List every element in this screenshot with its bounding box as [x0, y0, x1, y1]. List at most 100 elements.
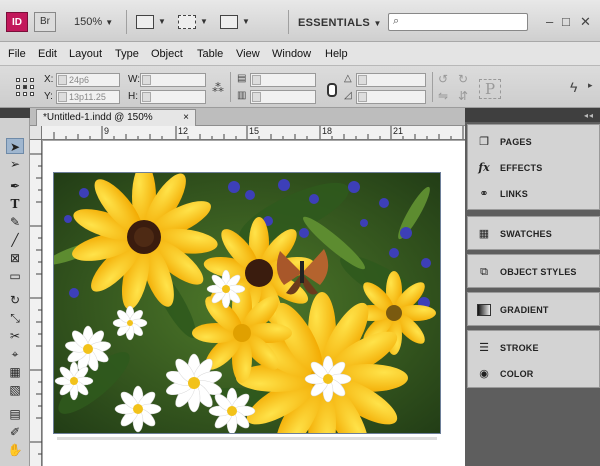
gradient-tool-icon[interactable]: ▦: [6, 364, 24, 380]
panel-swatches[interactable]: ▦ SWATCHES: [468, 221, 599, 247]
menu-type[interactable]: Type: [115, 48, 139, 60]
w-field[interactable]: [140, 73, 206, 87]
placed-image-frame[interactable]: [53, 172, 441, 434]
rotate-cw-icon[interactable]: ↻: [458, 72, 468, 86]
x-field[interactable]: 24p6: [56, 73, 120, 87]
maximize-icon[interactable]: □: [562, 14, 570, 29]
reference-point-icon[interactable]: [16, 78, 34, 96]
hand-tool-icon[interactable]: ✋: [6, 442, 24, 458]
scale-tool-icon[interactable]: ⤡: [6, 310, 24, 326]
scale-y-icon: ▥: [237, 90, 247, 101]
pen-tool-icon[interactable]: ✒: [6, 178, 24, 194]
ruler-label: 9: [104, 126, 110, 136]
panel-group-swatches: ▦ SWATCHES: [467, 216, 600, 250]
workspace-label: ESSENTIALS: [298, 17, 371, 29]
appbar-divider: [126, 10, 127, 34]
panel-effects[interactable]: fx EFFECTS: [468, 155, 599, 181]
horizontal-ruler[interactable]: 9 12 15 18 21 24: [42, 126, 465, 140]
flip-horizontal-icon[interactable]: ⇋: [438, 89, 448, 103]
pages-icon: ❐: [479, 136, 489, 148]
selection-tool-icon[interactable]: ➤: [6, 138, 24, 154]
workspace-switcher[interactable]: ESSENTIALS ▼: [298, 17, 382, 29]
minimize-icon[interactable]: –: [546, 14, 553, 29]
gradient-feather-tool-icon[interactable]: ▧: [6, 382, 24, 398]
panel-stroke[interactable]: ☰ STROKE: [468, 335, 599, 361]
application-bar: ID Br 150% ▼ ▼ ▼ ▼ ESSENTIALS ▼ ⌕ – □ ✕: [0, 0, 600, 42]
line-tool-icon[interactable]: ╱: [6, 232, 24, 248]
direct-selection-tool-icon[interactable]: ➢: [6, 156, 24, 172]
scissors-tool-icon[interactable]: ✂: [6, 328, 24, 344]
type-tool-icon[interactable]: T: [6, 196, 24, 212]
search-input[interactable]: ⌕: [388, 13, 528, 31]
menu-file[interactable]: File: [8, 48, 26, 60]
pencil-tool-icon[interactable]: ✎: [6, 214, 24, 230]
pasteboard[interactable]: [43, 141, 465, 466]
panel-label: GRADIENT: [500, 305, 549, 315]
chevron-down-icon[interactable]: ▼: [242, 17, 250, 26]
close-tab-icon[interactable]: ×: [183, 110, 189, 125]
lightning-icon[interactable]: ϟ: [570, 79, 577, 95]
view-options-icon[interactable]: [136, 15, 154, 29]
tools-grip[interactable]: [0, 108, 30, 118]
panel-links[interactable]: ⚭ LINKS: [468, 181, 599, 207]
panel-label: COLOR: [500, 369, 534, 379]
scale-y-field[interactable]: [250, 90, 316, 104]
y-field[interactable]: 13p11.25: [56, 90, 120, 104]
free-transform-tool-icon[interactable]: ⌖: [6, 346, 24, 362]
menu-edit[interactable]: Edit: [38, 48, 57, 60]
arrange-documents-icon[interactable]: [220, 15, 238, 29]
panel-object-styles[interactable]: ⧉ OBJECT STYLES: [468, 259, 599, 285]
x-value: 24p6: [69, 75, 90, 85]
menu-help[interactable]: Help: [325, 48, 348, 60]
proxy-orientation-icon: P: [479, 79, 501, 99]
rotate-tool-icon[interactable]: ↻: [6, 292, 24, 308]
document-tab-bar: *Untitled-1.indd @ 150% ×: [30, 108, 465, 126]
menu-object[interactable]: Object: [151, 48, 183, 60]
vertical-ruler[interactable]: [30, 140, 42, 466]
rotation-angle-field[interactable]: [356, 73, 426, 87]
control-panel: X: 24p6 Y: 13p11.25 W: H: ⁂ ▤ ▥ △ ◿ ↺ ↻ …: [0, 66, 600, 108]
scale-x-field[interactable]: [250, 73, 316, 87]
panel-menu-icon[interactable]: ▸: [588, 80, 593, 91]
w-label: W:: [128, 74, 141, 85]
stroke-icon: ☰: [479, 342, 489, 354]
menu-layout[interactable]: Layout: [69, 48, 102, 60]
shear-angle-icon: ◿: [344, 90, 352, 101]
zoom-level-value: 150%: [74, 16, 103, 28]
flower-photo: [54, 173, 440, 433]
panel-label: OBJECT STYLES: [500, 267, 577, 277]
menu-window[interactable]: Window: [272, 48, 311, 60]
menu-table[interactable]: Table: [197, 48, 223, 60]
document-page[interactable]: [53, 172, 441, 434]
panel-color[interactable]: ◉ COLOR: [468, 361, 599, 387]
bridge-button[interactable]: Br: [34, 12, 56, 32]
h-field[interactable]: [140, 90, 206, 104]
menu-view[interactable]: View: [236, 48, 260, 60]
eyedropper-tool-icon[interactable]: ✐: [6, 424, 24, 440]
chevron-down-icon[interactable]: ▼: [158, 17, 166, 26]
panel-dock: ◂◂ ❐ PAGES fx EFFECTS ⚭ LINKS ▦ SWATCHES: [465, 108, 600, 466]
screen-mode-icon[interactable]: [178, 15, 196, 29]
chain-link-icon[interactable]: [327, 83, 337, 97]
ruler-origin[interactable]: [30, 126, 42, 140]
panel-label: SWATCHES: [500, 229, 552, 239]
constrain-proportions-icon[interactable]: ⁂: [212, 81, 224, 95]
document-tab[interactable]: *Untitled-1.indd @ 150% ×: [36, 109, 196, 126]
rectangle-tool-icon[interactable]: ▭: [6, 268, 24, 284]
chevron-down-icon[interactable]: ▼: [200, 17, 208, 26]
panel-dock-grip[interactable]: ◂◂: [465, 108, 600, 122]
panel-pages[interactable]: ❐ PAGES: [468, 129, 599, 155]
panel-label: PAGES: [500, 137, 532, 147]
scale-x-icon: ▤: [237, 73, 247, 84]
note-tool-icon[interactable]: ▤: [6, 406, 24, 422]
shear-angle-field[interactable]: [356, 90, 426, 104]
flip-vertical-icon[interactable]: ⇵: [458, 89, 468, 103]
panel-gradient[interactable]: GRADIENT: [468, 297, 599, 323]
zoom-level-dropdown[interactable]: 150% ▼: [74, 16, 113, 28]
page-edge: [57, 437, 437, 440]
rectangle-frame-tool-icon[interactable]: ⊠: [6, 250, 24, 266]
panel-label: EFFECTS: [500, 163, 543, 173]
rotate-ccw-icon[interactable]: ↺: [438, 72, 448, 86]
close-icon[interactable]: ✕: [580, 14, 591, 30]
indesign-logo[interactable]: ID: [6, 12, 28, 32]
